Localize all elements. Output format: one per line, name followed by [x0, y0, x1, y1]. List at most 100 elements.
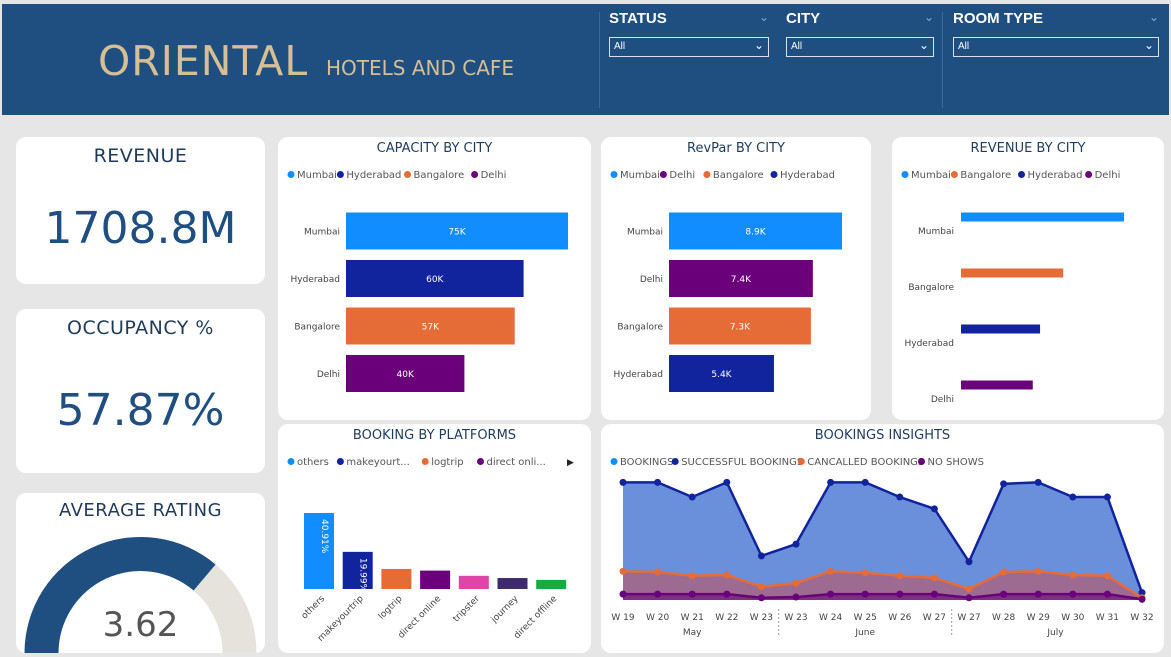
chevron-down-icon[interactable]: ⌄ — [754, 38, 764, 52]
data-point — [654, 478, 662, 486]
data-point — [757, 552, 765, 560]
chevron-down-icon[interactable]: ⌄ — [919, 38, 929, 52]
slicer-room-type-label: ROOM TYPE — [953, 10, 1044, 27]
revenue-card: REVENUE 1708.8M — [16, 137, 265, 284]
data-point — [1000, 480, 1008, 488]
axis-category-label: others — [300, 594, 328, 622]
data-point — [827, 478, 835, 486]
chevron-down-icon[interactable]: ⌄ — [1149, 10, 1159, 24]
data-point — [1103, 493, 1111, 501]
slicer-status-value: All — [614, 41, 626, 52]
brand-subtitle: HOTELS AND CAFE — [326, 56, 515, 80]
legend-marker — [336, 458, 344, 465]
legend-marker — [901, 171, 909, 178]
data-point — [1000, 590, 1008, 598]
axis-category-label: Hyderabad — [291, 275, 341, 285]
data-point — [619, 590, 627, 598]
data-label: 7.4K — [731, 275, 752, 285]
data-label: 60K — [426, 275, 444, 285]
axis-category-label: Bangalore — [294, 323, 340, 333]
data-point — [1034, 478, 1042, 486]
data-point — [792, 579, 800, 587]
brand-title: ORIENTAL — [98, 37, 309, 85]
axis-category-label: Bangalore — [617, 323, 663, 333]
axis-month-label: June — [854, 628, 875, 638]
legend-label: makeyourt... — [346, 457, 409, 468]
bar — [961, 380, 1033, 390]
legend-label: logtrip — [431, 457, 463, 468]
data-point — [757, 594, 765, 602]
revenue-value: 1708.8M — [44, 203, 237, 254]
slicer-city[interactable]: CITY ⌄ All ⌄ — [786, 10, 934, 57]
data-point — [1034, 590, 1042, 598]
data-point — [930, 590, 938, 598]
legend-marker — [770, 171, 778, 178]
legend-marker — [287, 171, 295, 178]
data-label: 7.3K — [730, 323, 751, 333]
legend-marker — [610, 458, 618, 465]
data-point — [896, 590, 904, 598]
legend-marker — [797, 458, 805, 465]
axis-category-label: journey — [489, 594, 521, 626]
data-point — [654, 568, 662, 576]
legend-label: SUCCESSFUL BOOKINGS — [681, 457, 803, 468]
legend-marker — [659, 171, 667, 178]
data-point — [654, 590, 662, 598]
chevron-down-icon[interactable]: ⌄ — [1144, 38, 1154, 52]
axis-tick-label: W 19 — [611, 613, 634, 623]
slicer-status[interactable]: STATUS ⌄ All ⌄ — [609, 10, 769, 57]
legend-label: direct onli... — [487, 457, 546, 468]
header-divider — [599, 12, 600, 108]
bar — [961, 268, 1064, 278]
legend-label: others — [297, 457, 329, 468]
slicer-city-value: All — [791, 41, 803, 52]
revpar-chart: Mumbai Delhi Bangalore Hyderabad Mumbai 8.9K D… — [610, 170, 842, 392]
data-point — [827, 567, 835, 575]
data-label: 8.9K — [745, 228, 766, 238]
legend-label: NO SHOWS — [928, 457, 985, 468]
data-point — [619, 567, 627, 575]
axis-category-label: Delhi — [640, 275, 663, 285]
header-banner: ORIENTAL HOTELS AND CAFE STATUS ⌄ All ⌄ … — [2, 4, 1169, 115]
axis-category-label: Bangalore — [908, 283, 954, 293]
legend-marker — [404, 171, 411, 178]
data-point — [1069, 493, 1077, 501]
data-point — [965, 558, 973, 566]
data-point — [792, 540, 800, 548]
data-point — [1069, 571, 1077, 579]
legend-marker — [477, 458, 484, 465]
data-point — [1000, 568, 1008, 576]
slicer-room-type-value: All — [958, 41, 970, 52]
platforms-chart: others makeyourt... logtrip direct onli... ▶… — [287, 457, 574, 644]
data-label: 40.91% — [319, 519, 329, 554]
legend-marker — [471, 171, 479, 178]
legend-marker — [950, 171, 958, 178]
data-point — [896, 493, 904, 501]
chevron-down-icon[interactable]: ⌄ — [924, 10, 934, 24]
axis-category-label: Mumbai — [918, 227, 954, 237]
legend-label: Bangalore — [414, 170, 465, 181]
data-point — [896, 572, 904, 580]
occupancy-card: OCCUPANCY % 57.87% — [16, 309, 265, 473]
data-point — [965, 594, 973, 602]
slicer-room-type-dropdown[interactable]: All ⌄ — [953, 37, 1159, 57]
slicer-room-type[interactable]: ROOM TYPE ⌄ All ⌄ — [953, 10, 1159, 57]
slicer-status-dropdown[interactable]: All ⌄ — [609, 37, 769, 57]
data-point — [827, 590, 835, 598]
data-point — [688, 572, 696, 580]
axis-tick-label: W 28 — [992, 613, 1015, 623]
axis-tick-label: W 32 — [1130, 613, 1153, 623]
slicer-city-dropdown[interactable]: All ⌄ — [786, 37, 934, 57]
data-point — [757, 583, 765, 591]
data-label: 40K — [397, 370, 415, 380]
data-point — [723, 478, 731, 486]
bar — [536, 579, 567, 589]
header-divider — [942, 12, 943, 108]
axis-tick-label: W 20 — [646, 613, 669, 623]
data-point — [619, 478, 627, 486]
axis-category-label: Delhi — [931, 395, 954, 405]
axis-tick-label: W 21 — [681, 613, 704, 623]
chevron-down-icon[interactable]: ⌄ — [759, 10, 769, 24]
data-point — [930, 574, 938, 582]
axis-category-label: Mumbai — [627, 228, 663, 238]
